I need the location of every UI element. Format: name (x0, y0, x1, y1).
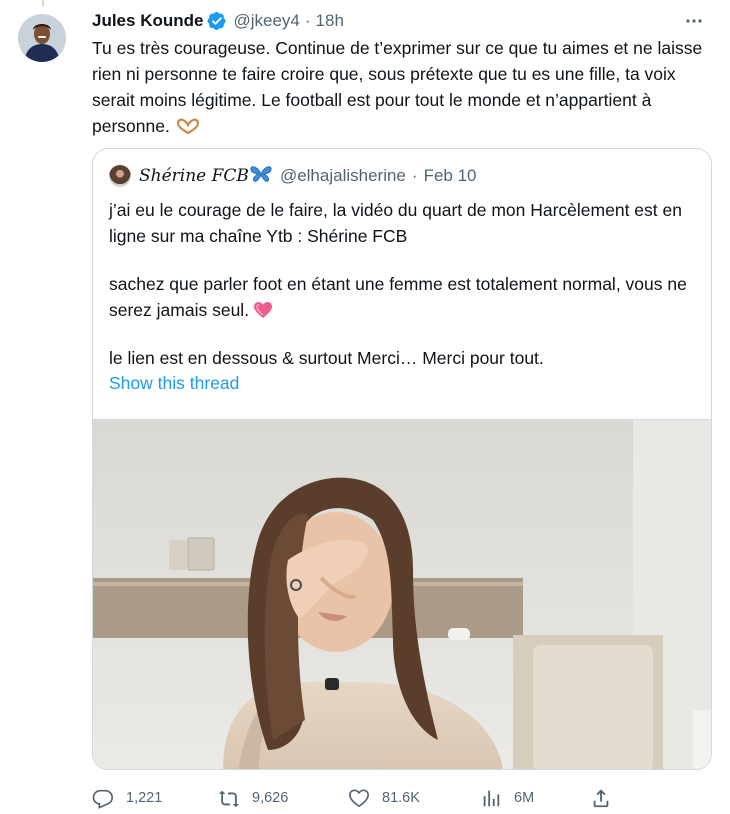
author-handle[interactable]: @jkeey4 (233, 11, 299, 31)
tweet-timestamp[interactable]: 18h (316, 11, 344, 31)
quoted-paragraph: sachez que parler foot en étant une femm… (109, 271, 704, 323)
quoted-paragraph: j’ai eu le courage de le faire, la vidéo… (109, 200, 682, 246)
reply-icon (92, 789, 113, 809)
retweet-icon (218, 790, 240, 808)
like-count: 81.6K (382, 790, 420, 806)
quoted-avatar (109, 165, 131, 187)
avatar[interactable] (18, 14, 66, 62)
author-name[interactable]: Jules Kounde (92, 11, 203, 31)
quoted-media-image[interactable] (93, 419, 711, 769)
quoted-paragraph-text: sachez que parler foot en étant une femm… (109, 274, 687, 320)
pink-heart-emoji (253, 300, 273, 318)
thread-connector-line (42, 0, 44, 6)
reply-button[interactable]: 1,221 (92, 785, 162, 811)
quoted-author-name: Shérine FCB (139, 166, 249, 186)
quoted-tweet-text: j’ai eu le courage de le faire, la vidéo… (109, 197, 704, 393)
quoted-tweet-header: Shérine FCB @elhajalisherine · Feb 10 (109, 165, 477, 187)
verified-badge-icon (207, 11, 227, 31)
views-icon (483, 790, 500, 807)
views-count: 6M (514, 790, 535, 806)
more-options-icon[interactable] (682, 9, 706, 33)
tweet-actions-bar: 1,221 9,626 81.6K 6M (92, 785, 632, 811)
reply-count: 1,221 (126, 790, 163, 806)
share-icon (593, 789, 609, 808)
heart-hands-emoji (176, 115, 199, 135)
quoted-timestamp: Feb 10 (423, 166, 477, 185)
tweet-header: Jules Kounde @jkeey4 · 18h (92, 9, 714, 33)
quoted-separator-dot: · (411, 166, 418, 185)
separator-dot: · (304, 11, 311, 30)
quoted-tweet[interactable]: Shérine FCB @elhajalisherine · Feb 10 j’… (92, 148, 712, 770)
show-thread-link[interactable]: Show this thread (109, 373, 239, 394)
tweet-text: Tu es très courageuse. Continue de t’exp… (92, 35, 720, 139)
quoted-author-handle: @elhajalisherine (279, 166, 406, 185)
share-button[interactable] (590, 785, 624, 811)
views-button[interactable]: 6M (480, 785, 534, 811)
heart-icon (349, 789, 369, 808)
retweet-button[interactable]: 9,626 (218, 785, 288, 811)
butterfly-emoji (250, 165, 272, 187)
quoted-paragraph: le lien est en dessous & surtout Merci… … (109, 348, 544, 368)
like-button[interactable]: 81.6K (348, 785, 420, 811)
retweet-count: 9,626 (252, 790, 289, 806)
